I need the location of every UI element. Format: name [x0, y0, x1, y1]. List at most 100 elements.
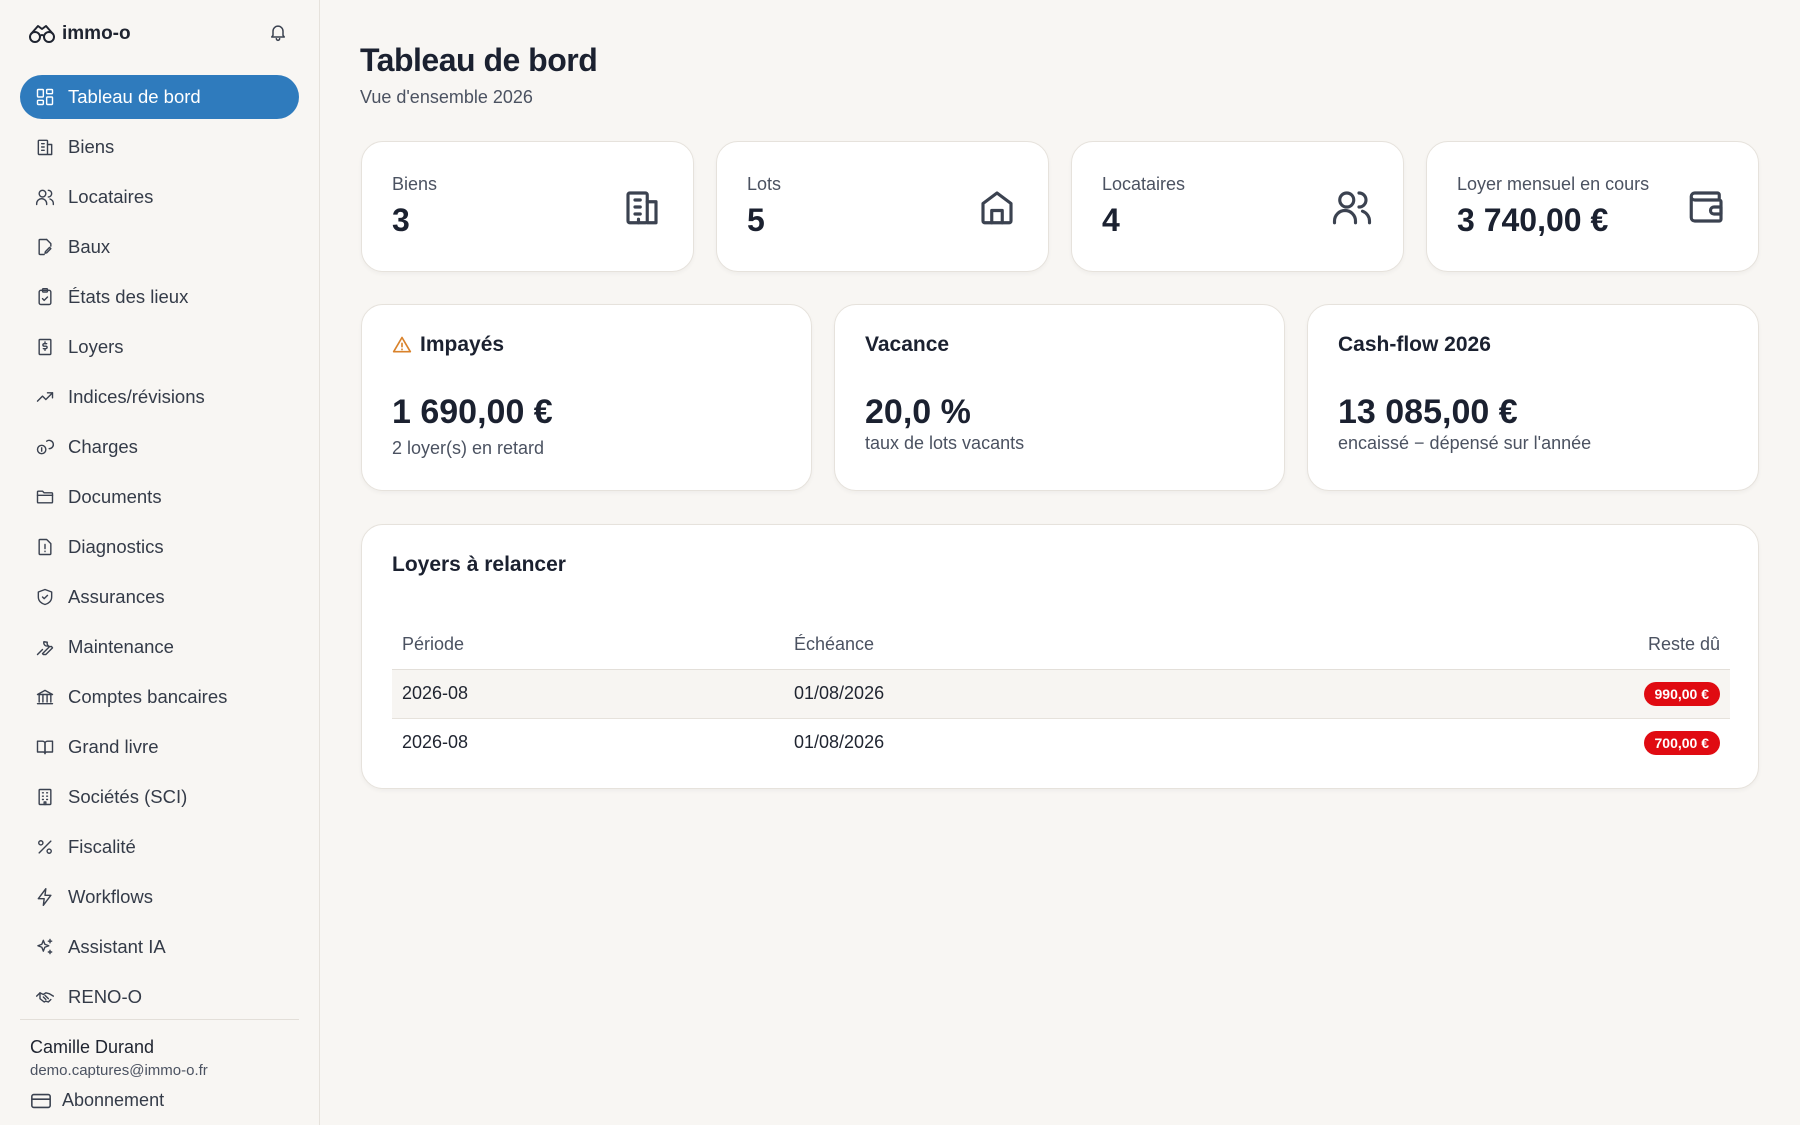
- column-header-echeance[interactable]: Échéance: [784, 621, 1284, 670]
- stat-label: Locataires: [1102, 174, 1186, 194]
- stat-value: 3 740,00 €: [1457, 202, 1609, 238]
- dashboard-icon: [34, 86, 56, 108]
- home-icon: [976, 186, 1018, 228]
- cell-periode: 2026-08: [402, 732, 469, 753]
- sidebar-item-label: Baux: [68, 236, 111, 257]
- cell-periode: 2026-08: [392, 669, 784, 719]
- kpi-header: Cash-flow 2026: [1338, 333, 1491, 357]
- amount-due-badge: 700,00 €: [1643, 730, 1720, 755]
- office-icon: [34, 786, 56, 808]
- cell-reste-du: 990,00 €: [1284, 669, 1730, 719]
- sidebar-item-fiscalite[interactable]: Fiscalité: [20, 825, 299, 869]
- sidebar-item-label: Tableau de bord: [68, 86, 201, 107]
- stat-card-biens: Biens 3: [361, 141, 694, 272]
- subscription-label: Abonnement: [62, 1090, 165, 1110]
- sidebar-item-assistant-ia[interactable]: Assistant IA: [20, 925, 299, 969]
- page-title: Tableau de bord: [360, 42, 598, 78]
- table-header-row: Période Échéance Reste dû: [392, 621, 1730, 670]
- building-icon: [621, 186, 663, 228]
- notifications-bell-icon[interactable]: [266, 20, 290, 44]
- sidebar-item-assurances[interactable]: Assurances: [20, 575, 299, 619]
- user-name: Camille Durand: [30, 1037, 155, 1057]
- glasses-icon: [29, 25, 55, 43]
- relance-card: Loyers à relancer Période Échéance Reste…: [361, 524, 1759, 789]
- sidebar-item-label: Assurances: [68, 586, 165, 607]
- sidebar-item-label: Sociétés (SCI): [68, 786, 188, 807]
- kpi-title: Cash-flow 2026: [1338, 333, 1491, 356]
- building-icon: [34, 136, 56, 158]
- sidebar-item-comptes-bancaires[interactable]: Comptes bancaires: [20, 675, 299, 719]
- credit-card-icon: [31, 1093, 51, 1108]
- handshake-icon: [34, 986, 56, 1008]
- kpi-caption: encaissé − dépensé sur l'année: [1338, 433, 1592, 453]
- clipboard-icon: [34, 286, 56, 308]
- sidebar-item-diagnostics[interactable]: Diagnostics: [20, 525, 299, 569]
- sidebar-item-loyers[interactable]: Loyers: [20, 325, 299, 369]
- stat-card-loyer-mensuel: Loyer mensuel en cours 3 740,00 €: [1426, 141, 1759, 272]
- bank-icon: [34, 686, 56, 708]
- folder-icon: [34, 486, 56, 508]
- sidebar-item-label: Fiscalité: [68, 836, 136, 857]
- sidebar-item-grand-livre[interactable]: Grand livre: [20, 725, 299, 769]
- users-icon: [34, 186, 56, 208]
- sidebar-item-label: Loyers: [68, 336, 124, 357]
- kpi-card-vacance: Vacance 20,0 % taux de lots vacants: [834, 304, 1285, 491]
- cell-echeance: 01/08/2026: [784, 669, 1284, 719]
- sidebar-item-label: Diagnostics: [68, 536, 164, 557]
- sidebar-item-label: Documents: [68, 486, 162, 507]
- sidebar-item-label: Locataires: [68, 186, 154, 207]
- wrench-icon: [34, 636, 56, 658]
- column-header-reste-du[interactable]: Reste dû: [1284, 621, 1730, 670]
- sidebar-item-label: RENO-O: [68, 986, 142, 1007]
- user-email: demo.captures@immo-o.fr: [30, 1062, 208, 1079]
- table-row[interactable]: 2026-08 01/08/2026 990,00 €: [392, 669, 1730, 719]
- kpi-title: Vacance: [865, 333, 950, 356]
- stat-card-locataires: Locataires 4: [1071, 141, 1404, 272]
- trending-up-icon: [34, 386, 56, 408]
- sidebar: immo-o Tableau de bord Biens Locataires …: [0, 0, 320, 1125]
- column-header-periode[interactable]: Période: [392, 621, 784, 670]
- subscription-link[interactable]: Abonnement: [30, 1090, 164, 1111]
- stat-label: Biens: [392, 174, 438, 194]
- stat-value: 4: [1102, 202, 1120, 238]
- stat-label: Lots: [747, 174, 782, 194]
- kpi-value: 20,0 %: [865, 393, 971, 431]
- sidebar-item-tableau-de-bord[interactable]: Tableau de bord: [20, 75, 299, 119]
- sidebar-item-label: Assistant IA: [68, 936, 166, 957]
- brand-logo[interactable]: immo-o: [28, 20, 131, 48]
- warning-icon: [392, 336, 412, 353]
- kpi-value: 13 085,00 €: [1338, 393, 1518, 431]
- app-name: immo-o: [62, 23, 131, 44]
- relance-table: Période Échéance Reste dû 2026-08 01/08/…: [392, 621, 1730, 767]
- stat-value: 5: [747, 202, 765, 238]
- sidebar-item-label: Comptes bancaires: [68, 686, 228, 707]
- kpi-header: Vacance: [865, 333, 949, 357]
- stat-label: Loyer mensuel en cours: [1457, 174, 1650, 194]
- file-alert-icon: [34, 536, 56, 558]
- sidebar-item-maintenance[interactable]: Maintenance: [20, 625, 299, 669]
- percent-icon: [34, 836, 56, 858]
- amount-due-badge: 990,00 €: [1643, 681, 1720, 706]
- stat-card-lots: Lots 5: [716, 141, 1049, 272]
- kpi-header: Impayés: [392, 333, 504, 357]
- table-row[interactable]: 2026-08 01/08/2026 700,00 €: [392, 718, 1730, 767]
- sidebar-item-etats-des-lieux[interactable]: États des lieux: [20, 275, 299, 319]
- sidebar-nav: Tableau de bord Biens Locataires Baux Ét…: [20, 75, 299, 1025]
- sidebar-item-label: États des lieux: [68, 286, 189, 307]
- sidebar-item-label: Workflows: [68, 886, 153, 907]
- sidebar-item-documents[interactable]: Documents: [20, 475, 299, 519]
- wallet-icon: [1686, 186, 1728, 228]
- sidebar-item-locataires[interactable]: Locataires: [20, 175, 299, 219]
- kpi-caption: 2 loyer(s) en retard: [392, 438, 545, 458]
- kpi-value: 1 690,00 €: [392, 393, 553, 431]
- sidebar-item-label: Grand livre: [68, 736, 159, 757]
- sidebar-item-societes-sci[interactable]: Sociétés (SCI): [20, 775, 299, 819]
- kpi-title: Impayés: [420, 333, 505, 356]
- sidebar-item-biens[interactable]: Biens: [20, 125, 299, 169]
- kpi-card-cashflow: Cash-flow 2026 13 085,00 € encaissé − dé…: [1307, 304, 1759, 491]
- sidebar-item-reno-o[interactable]: RENO-O: [20, 975, 299, 1019]
- sidebar-item-indices-revisions[interactable]: Indices/révisions: [20, 375, 299, 419]
- sidebar-item-workflows[interactable]: Workflows: [20, 875, 299, 919]
- sidebar-item-baux[interactable]: Baux: [20, 225, 299, 269]
- sidebar-item-charges[interactable]: Charges: [20, 425, 299, 469]
